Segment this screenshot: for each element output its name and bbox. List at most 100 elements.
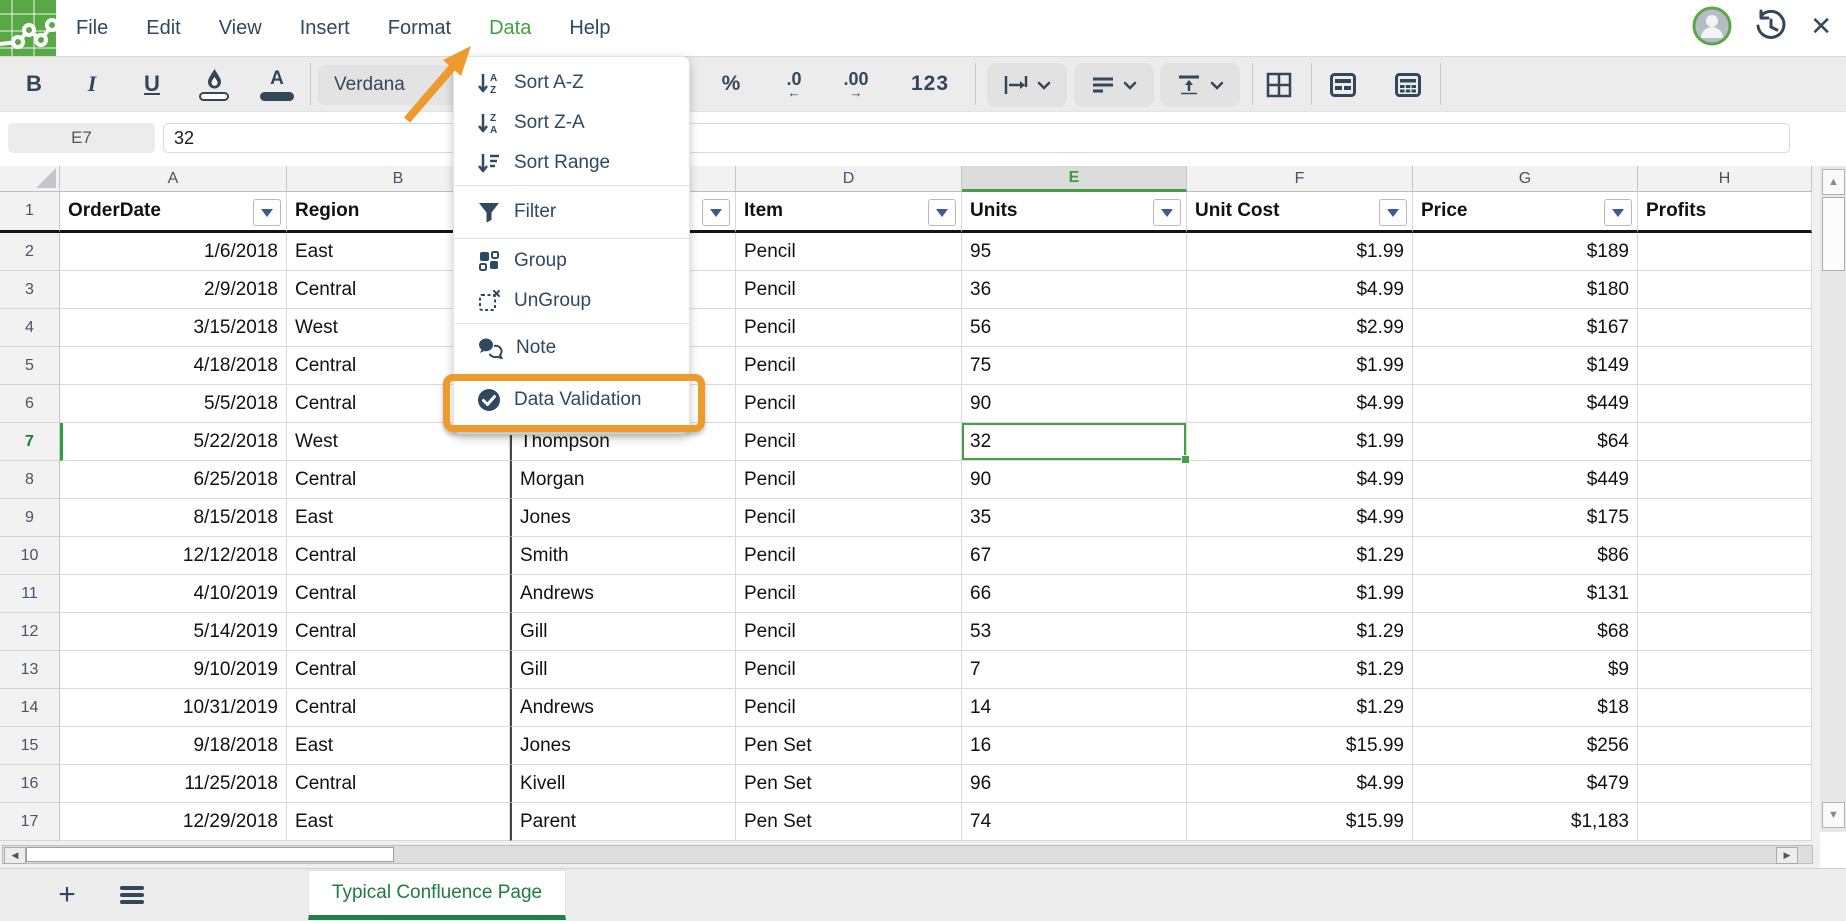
- header-cell[interactable]: OrderDate: [60, 192, 287, 233]
- cell[interactable]: 35: [962, 499, 1187, 537]
- cell[interactable]: Central: [287, 537, 510, 575]
- cell[interactable]: 4/10/2019: [60, 575, 287, 613]
- cell[interactable]: [1638, 385, 1812, 423]
- cell[interactable]: $64: [1413, 423, 1638, 461]
- cell[interactable]: [1638, 765, 1812, 803]
- cell[interactable]: 12/29/2018: [60, 803, 287, 841]
- cell[interactable]: 9/10/2019: [60, 651, 287, 689]
- header-cell[interactable]: Item: [736, 192, 962, 233]
- cell[interactable]: Morgan: [510, 461, 736, 499]
- cell[interactable]: Pencil: [736, 347, 962, 385]
- vertical-align-dropdown[interactable]: [1160, 63, 1240, 107]
- cell[interactable]: $180: [1413, 271, 1638, 309]
- header-cell[interactable]: Units: [962, 192, 1187, 233]
- scroll-left-icon[interactable]: ◀: [4, 847, 26, 864]
- cell[interactable]: $2.99: [1187, 309, 1413, 347]
- cell[interactable]: [1638, 575, 1812, 613]
- filter-dropdown-icon[interactable]: [1604, 199, 1632, 226]
- underline-button[interactable]: U: [130, 57, 174, 111]
- cell[interactable]: 8/15/2018: [60, 499, 287, 537]
- filter-dropdown-icon[interactable]: [702, 199, 730, 226]
- cell[interactable]: [1638, 347, 1812, 385]
- menu-file[interactable]: File: [76, 17, 108, 40]
- cell[interactable]: [1638, 689, 1812, 727]
- cell[interactable]: Pencil: [736, 651, 962, 689]
- cell[interactable]: [1638, 423, 1812, 461]
- cell[interactable]: $131: [1413, 575, 1638, 613]
- cell[interactable]: 11/25/2018: [60, 765, 287, 803]
- cell[interactable]: 1/6/2018: [60, 233, 287, 271]
- cell[interactable]: Jones: [510, 727, 736, 765]
- filter-dropdown-icon[interactable]: [1153, 199, 1181, 226]
- cell[interactable]: $4.99: [1187, 765, 1413, 803]
- cell[interactable]: 14: [962, 689, 1187, 727]
- cell[interactable]: [1638, 537, 1812, 575]
- cell[interactable]: $1.29: [1187, 613, 1413, 651]
- cell[interactable]: $1.29: [1187, 537, 1413, 575]
- cell[interactable]: 6/25/2018: [60, 461, 287, 499]
- row-number-4[interactable]: 4: [0, 309, 60, 347]
- avatar[interactable]: [1692, 6, 1732, 46]
- horizontal-scrollbar[interactable]: ◀ ▶: [2, 845, 1813, 864]
- cell[interactable]: Andrews: [510, 575, 736, 613]
- menu-item-group[interactable]: Group: [454, 241, 689, 281]
- cell[interactable]: 67: [962, 537, 1187, 575]
- cell[interactable]: $175: [1413, 499, 1638, 537]
- row-number-2[interactable]: 2: [0, 233, 60, 271]
- cell[interactable]: 95: [962, 233, 1187, 271]
- row-number-9[interactable]: 9: [0, 499, 60, 537]
- cell[interactable]: Central: [287, 461, 510, 499]
- cell[interactable]: Central: [287, 689, 510, 727]
- decrease-decimal-button[interactable]: .0←: [772, 57, 816, 111]
- vertical-scrollbar[interactable]: ▲ ▼: [1820, 166, 1846, 832]
- menu-item-note[interactable]: Note: [454, 326, 689, 370]
- cell[interactable]: 66: [962, 575, 1187, 613]
- cell[interactable]: East: [287, 803, 510, 841]
- horizontal-align-dropdown[interactable]: [1074, 63, 1154, 107]
- cell[interactable]: $449: [1413, 385, 1638, 423]
- row-number-11[interactable]: 11: [0, 575, 60, 613]
- cell[interactable]: 90: [962, 461, 1187, 499]
- cell[interactable]: $86: [1413, 537, 1638, 575]
- cell-reference-box[interactable]: E7: [8, 123, 155, 153]
- row-number-17[interactable]: 17: [0, 803, 60, 841]
- cell[interactable]: 96: [962, 765, 1187, 803]
- filter-dropdown-icon[interactable]: [928, 199, 956, 226]
- cell[interactable]: Central: [287, 613, 510, 651]
- cell[interactable]: Pencil: [736, 689, 962, 727]
- cell[interactable]: [1638, 651, 1812, 689]
- cell[interactable]: $68: [1413, 613, 1638, 651]
- bold-button[interactable]: B: [12, 57, 56, 111]
- cell[interactable]: Pen Set: [736, 765, 962, 803]
- cell[interactable]: Andrews: [510, 689, 736, 727]
- cell[interactable]: [1638, 613, 1812, 651]
- cell[interactable]: 7: [962, 651, 1187, 689]
- add-sheet-button[interactable]: +: [52, 875, 82, 915]
- menu-item-filter[interactable]: Filter: [454, 188, 689, 236]
- cell[interactable]: 16: [962, 727, 1187, 765]
- row-number-6[interactable]: 6: [0, 385, 60, 423]
- cell[interactable]: $167: [1413, 309, 1638, 347]
- cell[interactable]: Pencil: [736, 537, 962, 575]
- column-header-D[interactable]: D: [736, 166, 962, 192]
- row-number-8[interactable]: 8: [0, 461, 60, 499]
- cell[interactable]: 12/12/2018: [60, 537, 287, 575]
- cell[interactable]: Kivell: [510, 765, 736, 803]
- italic-button[interactable]: I: [70, 57, 114, 111]
- cell[interactable]: Central: [287, 575, 510, 613]
- cell[interactable]: 5/22/2018: [60, 423, 287, 461]
- row-number-14[interactable]: 14: [0, 689, 60, 727]
- cell[interactable]: $1,183: [1413, 803, 1638, 841]
- menu-help[interactable]: Help: [569, 17, 610, 40]
- cell[interactable]: Parent: [510, 803, 736, 841]
- cell[interactable]: $449: [1413, 461, 1638, 499]
- filter-dropdown-icon[interactable]: [1379, 199, 1407, 226]
- text-color-button[interactable]: A: [255, 57, 299, 111]
- cell[interactable]: 4/18/2018: [60, 347, 287, 385]
- cell[interactable]: $9: [1413, 651, 1638, 689]
- sheet-tab-active[interactable]: Typical Confluence Page: [308, 870, 566, 920]
- scroll-down-icon[interactable]: ▼: [1822, 802, 1845, 828]
- row-number-7[interactable]: 7: [0, 423, 60, 461]
- horizontal-scrollbar-thumb[interactable]: [26, 847, 394, 862]
- vertical-scrollbar-thumb[interactable]: [1822, 197, 1845, 271]
